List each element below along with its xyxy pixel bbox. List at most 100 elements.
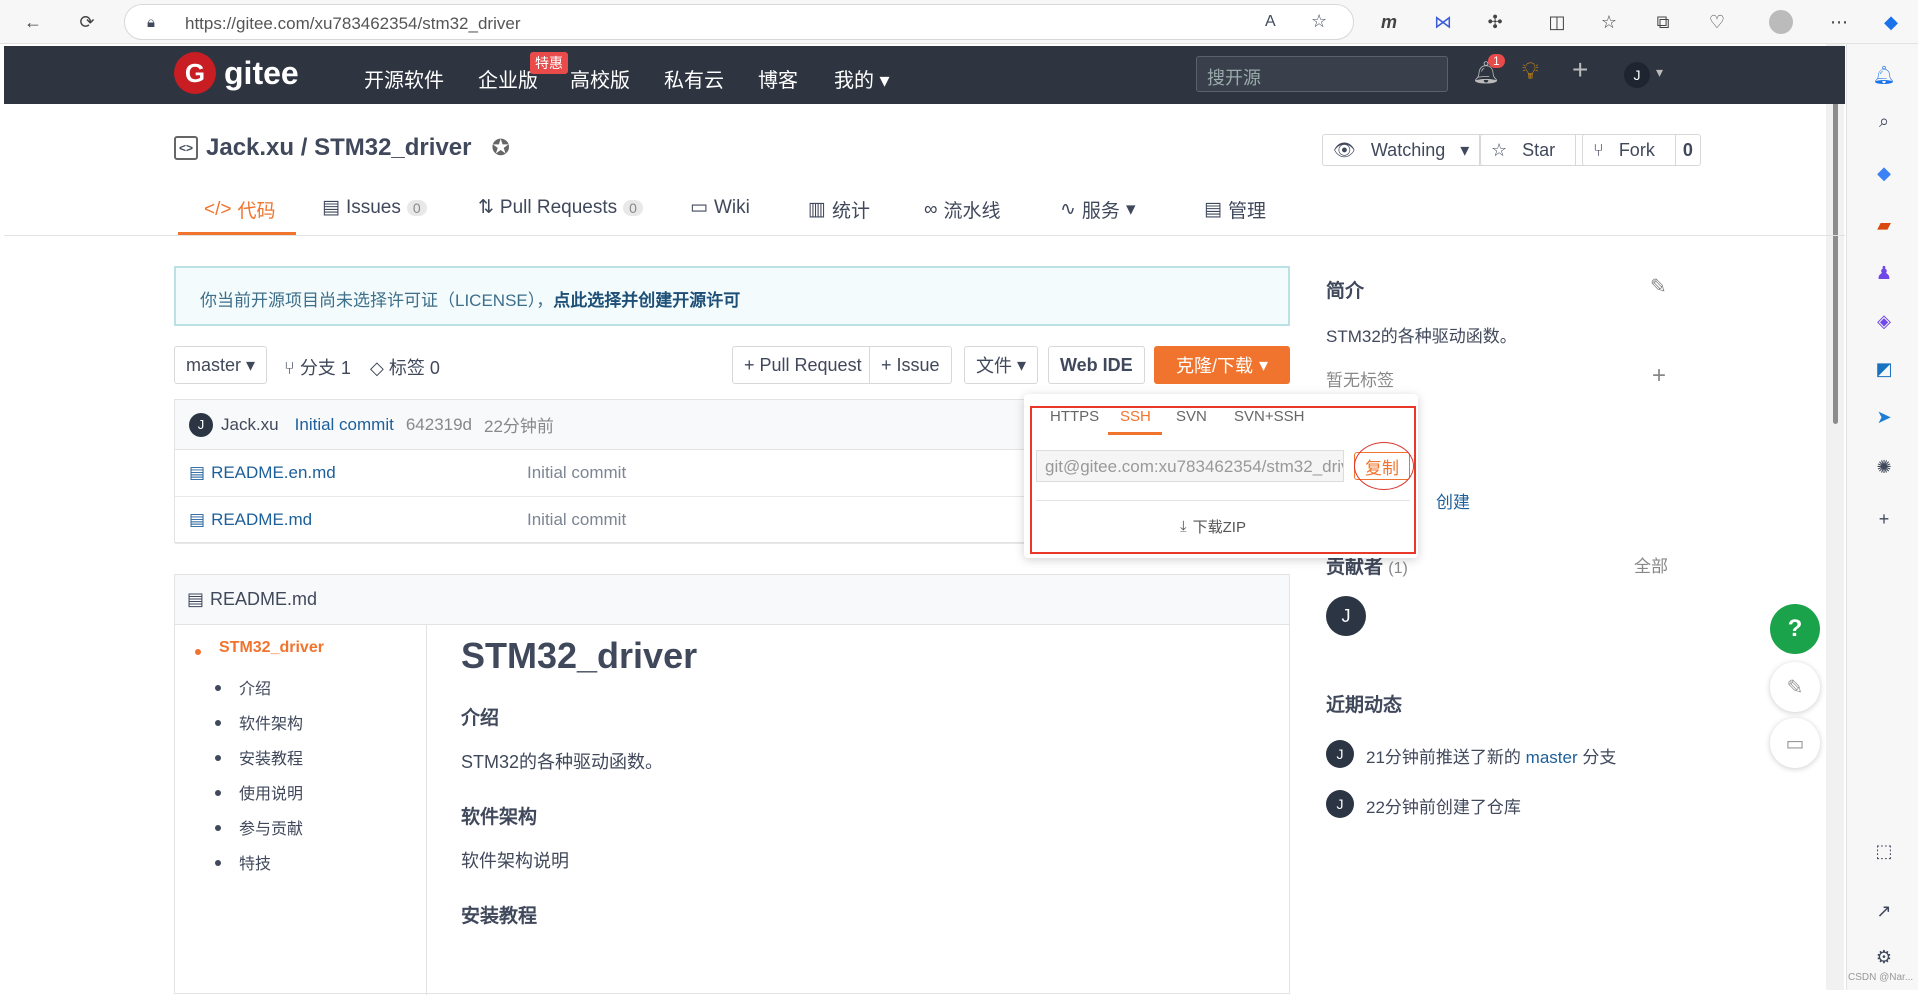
fork-button[interactable]: ⑂ Fork 0: [1582, 134, 1701, 166]
new-pr-button[interactable]: + Pull Request: [732, 346, 874, 384]
send-icon[interactable]: ➤: [1871, 404, 1897, 430]
new-issue-button[interactable]: + Issue: [869, 346, 952, 384]
activity-avatar[interactable]: J: [1326, 740, 1354, 768]
add-tag-icon[interactable]: +: [1652, 362, 1666, 390]
repo-title[interactable]: Jack.xu / STM32_driver: [206, 134, 471, 162]
file-name[interactable]: README.en.md: [211, 463, 336, 483]
watch-button[interactable]: 👁︎ Watching ▾1: [1322, 134, 1506, 166]
tab-services[interactable]: ∿ 服务 ▾: [1060, 196, 1135, 223]
edit-icon[interactable]: ✎: [1650, 274, 1667, 299]
feedback-icon[interactable]: ✎: [1770, 662, 1820, 712]
profile-icon[interactable]: [1768, 9, 1794, 35]
search-icon[interactable]: ⌕: [1871, 108, 1897, 134]
more-icon[interactable]: ⋯: [1826, 9, 1852, 35]
games-icon[interactable]: ♟: [1871, 260, 1897, 286]
tab-manage[interactable]: ▤ 管理: [1204, 196, 1266, 223]
tab-manage-label: 管理: [1227, 201, 1266, 222]
scrollbar-thumb[interactable]: [1833, 68, 1838, 424]
split-screen-icon[interactable]: ◫: [1544, 9, 1570, 35]
refresh-icon[interactable]: ⟳: [74, 9, 100, 35]
tools-icon[interactable]: ▰: [1871, 212, 1897, 238]
favorite-star-icon[interactable]: ☆: [1311, 11, 1327, 32]
nav-mine-label: 我的: [834, 70, 874, 92]
commit-message[interactable]: Initial commit: [295, 415, 394, 435]
file-name[interactable]: README.md: [211, 510, 312, 530]
tab-issues[interactable]: ▤ Issues 0: [322, 196, 427, 219]
extension-icon[interactable]: ⋈: [1430, 9, 1456, 35]
readme-paragraph: STM32的各种驱动函数。: [461, 752, 664, 772]
repo-header: <> Jack.xu / STM32_driver ✪: [174, 134, 510, 162]
all-contributors-link[interactable]: 全部: [1634, 552, 1668, 577]
contributor-avatar[interactable]: J: [1326, 596, 1366, 636]
back-icon[interactable]: ←: [20, 9, 46, 35]
badge-icon[interactable]: ✪: [491, 135, 509, 161]
web-ide-button[interactable]: Web IDE: [1048, 346, 1145, 384]
add-icon[interactable]: +: [1871, 506, 1897, 532]
plus-icon[interactable]: +: [1572, 54, 1588, 86]
branch-select[interactable]: master ▾: [174, 346, 268, 384]
toc-item[interactable]: 参与贡献: [239, 815, 303, 839]
tab-services-label: 服务: [1081, 201, 1120, 222]
collections-icon[interactable]: ⧉: [1650, 9, 1676, 35]
file-commit[interactable]: Initial commit: [527, 510, 626, 530]
notice-link[interactable]: 点此选择并创建开源许可: [553, 291, 740, 310]
toc-bullet: [215, 790, 221, 796]
address-bar[interactable]: 🔒︎ https://gitee.com/xu783462354/stm32_d…: [124, 4, 1354, 40]
prs-count: 0: [623, 199, 643, 216]
clone-download-button[interactable]: 克隆/下载 ▾: [1154, 346, 1290, 384]
gitee-logo[interactable]: G gitee: [174, 52, 299, 94]
screenshot-icon[interactable]: ⬚: [1871, 838, 1897, 864]
commit-avatar[interactable]: J: [189, 412, 213, 437]
bell-icon[interactable]: 🔔︎: [1871, 62, 1897, 88]
search-input[interactable]: 搜开源: [1196, 56, 1448, 92]
commit-author[interactable]: Jack.xu: [221, 415, 279, 435]
read-aloud-icon[interactable]: A: [1265, 13, 1276, 31]
tab-pull-requests[interactable]: ⇅ Pull Requests 0: [478, 196, 643, 219]
openai-icon[interactable]: ✺: [1871, 454, 1897, 480]
toc-item[interactable]: STM32_driver: [219, 639, 324, 657]
toc-item[interactable]: 安装教程: [239, 745, 303, 769]
tags-link[interactable]: ◇ 标签 0: [370, 354, 440, 380]
browser-toolbar: ← ⟳ 🔒︎ https://gitee.com/xu783462354/stm…: [0, 0, 1918, 44]
toc-item[interactable]: 软件架构: [239, 710, 303, 734]
tab-pipeline[interactable]: ∞ 流水线: [924, 196, 1001, 223]
branches-link[interactable]: ⑂ 分支 1: [284, 354, 351, 380]
lightbulb-icon[interactable]: 💡︎: [1522, 58, 1539, 86]
tab-code[interactable]: </> 代码: [204, 196, 276, 223]
commit-hash[interactable]: 642319d: [406, 415, 472, 435]
create-link[interactable]: 创建: [1436, 488, 1470, 513]
file-menu-button[interactable]: 文件 ▾: [964, 346, 1039, 384]
shopping-icon[interactable]: ◆: [1871, 160, 1897, 186]
toc-item[interactable]: 使用说明: [239, 780, 303, 804]
nav-education[interactable]: 高校版: [570, 64, 630, 93]
puzzle-icon[interactable]: ✣: [1482, 9, 1508, 35]
gear-icon[interactable]: ⚙: [1871, 944, 1897, 970]
chat-icon[interactable]: ▭: [1770, 718, 1820, 768]
outlook-icon[interactable]: ◩: [1871, 356, 1897, 382]
copilot-icon[interactable]: ◆: [1878, 9, 1904, 35]
help-icon[interactable]: ?: [1770, 604, 1820, 654]
user-avatar[interactable]: J: [1624, 62, 1650, 88]
intro-title: 简介: [1326, 281, 1365, 302]
nav-open-source[interactable]: 开源软件: [364, 64, 444, 93]
external-link-icon[interactable]: ↗: [1871, 898, 1897, 924]
nav-private-cloud[interactable]: 私有云: [664, 64, 724, 93]
file-commit[interactable]: Initial commit: [527, 463, 626, 483]
activity-branch-link[interactable]: master: [1526, 748, 1578, 767]
health-icon[interactable]: ♡: [1704, 9, 1730, 35]
nav-enterprise[interactable]: 企业版: [478, 64, 538, 93]
readme-paragraph: 软件架构说明: [461, 851, 569, 871]
nav-blog[interactable]: 博客: [758, 64, 798, 93]
nav-mine[interactable]: 我的 ▾: [834, 64, 890, 93]
file-icon: ▤: [187, 589, 205, 609]
extension-m-icon[interactable]: m: [1376, 9, 1402, 35]
tab-wiki[interactable]: ▭ Wiki: [690, 196, 750, 219]
favorites-icon[interactable]: ☆: [1596, 9, 1622, 35]
office-icon[interactable]: ◈: [1871, 308, 1897, 334]
chevron-down-icon[interactable]: ▾: [1656, 64, 1663, 81]
activity-avatar[interactable]: J: [1326, 790, 1354, 818]
toc-item[interactable]: 特技: [239, 850, 271, 874]
toc-item[interactable]: 介绍: [239, 675, 271, 699]
browser-sidebar: 🔔︎ ⌕ ◆ ▰ ♟ ◈ ◩ ➤ ✺ + ⬚ ↗ ⚙: [1846, 44, 1918, 990]
tab-stats[interactable]: ▥ 统计: [808, 196, 870, 223]
